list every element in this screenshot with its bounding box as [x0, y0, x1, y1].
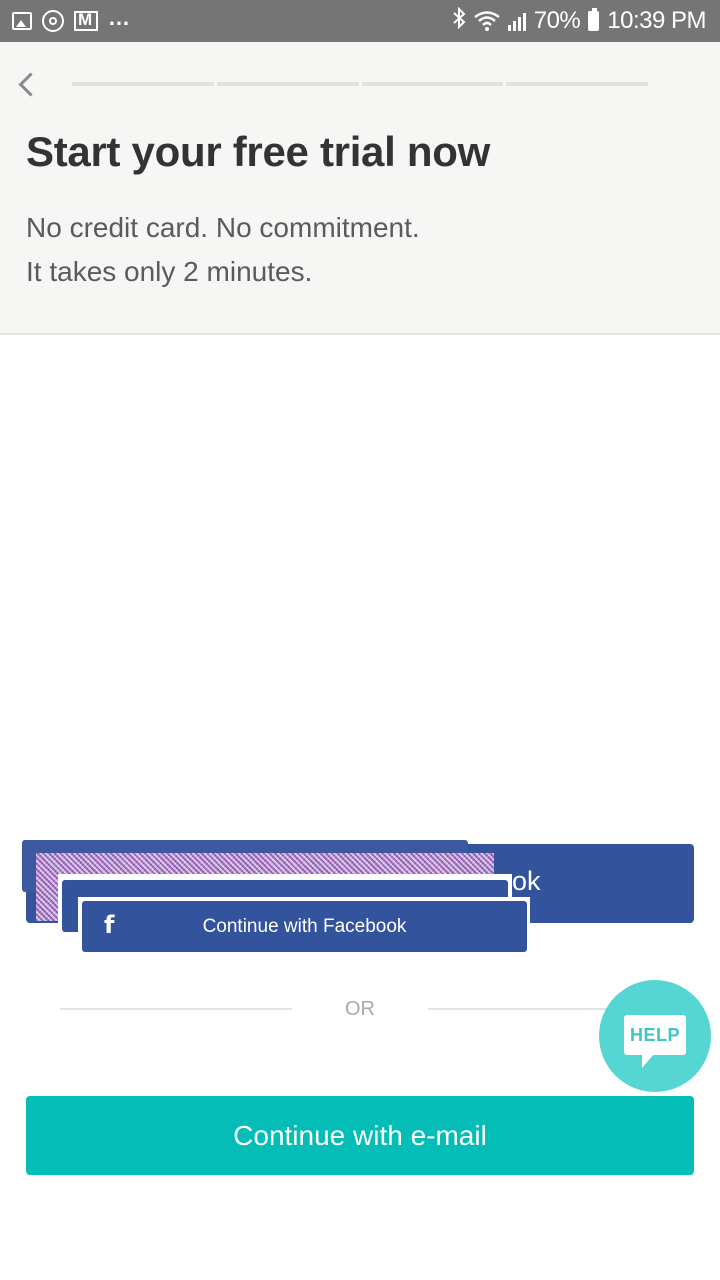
status-bar-right: 70% 10:39 PM [452, 0, 706, 42]
progress-step [506, 82, 648, 86]
mail-icon [74, 10, 98, 31]
help-button[interactable]: HELP [599, 980, 711, 1092]
progress-step [361, 82, 504, 86]
facebook-icon: f [104, 911, 115, 939]
facebook-ghost-label: ok [512, 866, 541, 896]
page-title: Start your free trial now [26, 128, 490, 175]
battery-icon [588, 8, 600, 31]
help-bubble-tail [642, 1054, 654, 1068]
or-divider: OR [60, 998, 660, 1022]
signal-icon [507, 11, 526, 31]
back-arrow-icon[interactable] [18, 72, 43, 97]
wifi-icon [473, 11, 500, 31]
more-icon: … [108, 5, 131, 30]
subtitle-line-2: It takes only 2 minutes. [26, 256, 313, 287]
subtitle-line-1: No credit card. No commitment. [26, 212, 420, 243]
progress-steps [72, 82, 648, 86]
facebook-button-label: Continue with Facebook [202, 915, 407, 937]
battery-percentage: 70% [533, 7, 581, 34]
continue-with-email-button[interactable]: Continue with e-mail [26, 1096, 694, 1175]
power-icon [42, 10, 64, 32]
status-bar-left: … [12, 0, 131, 42]
progress-step [216, 82, 359, 86]
status-bar: … 70% 10:39 PM [0, 0, 720, 42]
help-label: HELP [629, 1024, 680, 1045]
page-header: Start your free trial now No credit card… [0, 42, 720, 335]
page-subtitle: No credit card. No commitment. It takes … [26, 206, 420, 294]
email-button-label: Continue with e-mail [233, 1119, 487, 1151]
help-bubble-icon: HELP [624, 1015, 686, 1055]
image-icon [12, 12, 32, 30]
bluetooth-icon [452, 6, 466, 35]
clock: 10:39 PM [607, 7, 706, 34]
progress-step [72, 82, 214, 86]
continue-with-facebook-button[interactable]: f Continue with Facebook [82, 901, 527, 952]
